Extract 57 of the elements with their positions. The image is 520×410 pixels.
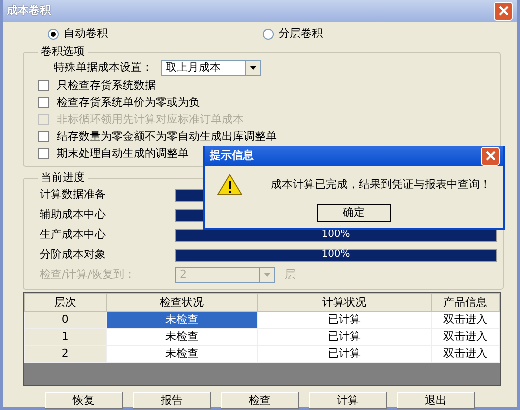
column-header[interactable]: 层次 [24, 294, 106, 312]
radio-label: 自动卷积 [64, 27, 108, 41]
close-icon [498, 6, 508, 16]
progress-label: 生产成本中心 [39, 228, 107, 242]
column-header[interactable]: 产品信息 [432, 294, 500, 312]
checkbox[interactable] [38, 148, 49, 159]
table-cell[interactable]: 双击进入 [432, 346, 500, 362]
table-cell[interactable]: 2 [24, 346, 106, 362]
checkbox-label: 非标循环领用先计算对应标准订单成本 [57, 112, 244, 126]
radio-button[interactable] [263, 28, 274, 40]
field-label: 检查/计算/恢复到： [40, 268, 136, 282]
action-button[interactable]: 报告 [133, 392, 211, 409]
progress-label: 辅助成本中心 [39, 208, 107, 222]
table-cell[interactable]: 未检查 [106, 328, 258, 346]
group-title: 当前进度 [40, 171, 86, 185]
dropdown-field[interactable]: 取上月成本 [161, 60, 261, 76]
window-title: 成本卷积 [7, 4, 51, 18]
ok-button[interactable]: 确定 [317, 204, 391, 222]
table-cell[interactable]: 双击进入 [432, 328, 500, 346]
dropdown-arrow-icon [250, 66, 256, 70]
checkbox-label: 期末处理自动生成的调整单 [57, 146, 189, 160]
radio-label: 分层卷积 [279, 27, 323, 41]
checkbox[interactable] [38, 131, 49, 142]
checkbox[interactable] [38, 97, 49, 108]
table-cell[interactable]: 已计算 [257, 312, 432, 328]
table-cell[interactable]: 0 [24, 312, 106, 328]
table-cell[interactable]: 已计算 [257, 328, 432, 346]
progress-reading: 100% [320, 228, 352, 242]
progress-label: 分阶成本对象 [39, 248, 107, 262]
checkbox[interactable] [38, 80, 49, 91]
radio-button[interactable] [48, 28, 59, 40]
checkbox-label: 检查存货系统单价为零或为负 [57, 96, 200, 110]
action-button[interactable]: 计算 [309, 392, 387, 409]
checkbox-label: 只检查存货系统数据 [57, 78, 156, 92]
progress-reading: 100% [320, 248, 352, 262]
column-header[interactable]: 检查状况 [106, 294, 258, 312]
group-title: 卷积选项 [40, 45, 86, 59]
table-cell[interactable]: 未检查 [106, 346, 258, 362]
field-label: 特殊单据成本设置： [54, 61, 153, 75]
table-cell[interactable]: 已计算 [257, 346, 432, 362]
action-button[interactable]: 恢复 [45, 392, 123, 409]
action-button[interactable]: 检查 [221, 392, 299, 409]
table-cell[interactable]: 1 [24, 328, 106, 346]
table-cell[interactable]: 双击进入 [432, 312, 500, 328]
close-button[interactable] [481, 146, 500, 166]
dialog-title: 提示信息 [210, 149, 254, 163]
close-icon [486, 151, 496, 161]
warning-icon [217, 174, 243, 196]
dialog-message: 成本计算已完成，结果到凭证与报表中查询！ [271, 178, 491, 192]
table-cell[interactable]: 未检查 [106, 312, 258, 328]
action-button[interactable]: 退出 [397, 392, 475, 409]
dropdown-arrow-icon [264, 273, 270, 277]
checkbox-label: 结存数量为零金额不为零自动生成出库调整单 [57, 130, 277, 144]
unit-label: 层 [285, 268, 296, 282]
column-header[interactable]: 计算状况 [257, 294, 432, 312]
progress-label: 计算数据准备 [39, 188, 107, 202]
close-button[interactable] [494, 2, 513, 20]
